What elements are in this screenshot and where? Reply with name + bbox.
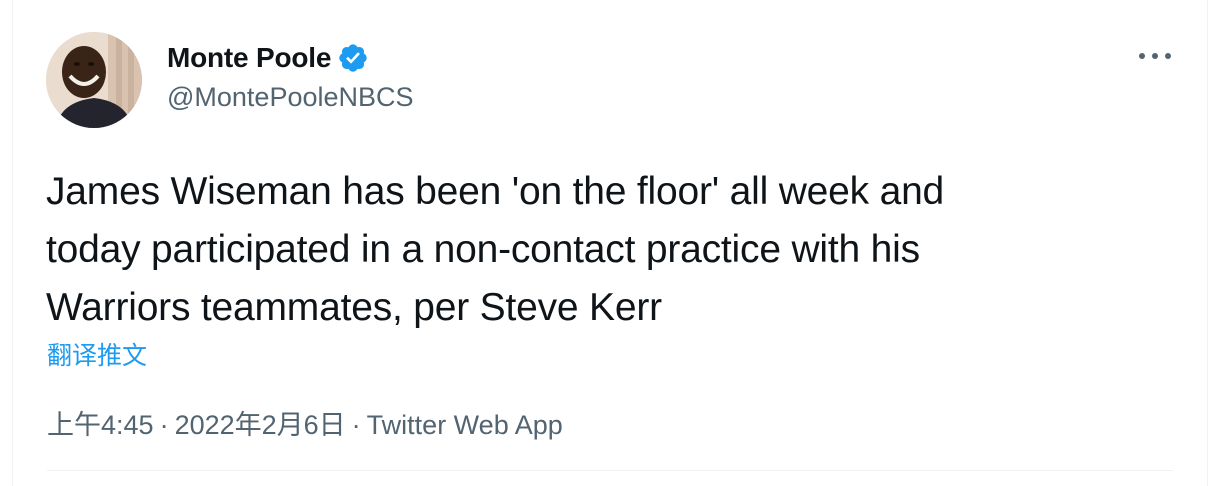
avatar-image [46, 32, 142, 128]
tweet-metadata: 上午4:45 · 2022年2月6日 · Twitter Web App [47, 403, 563, 442]
tweet-header: Monte Poole @MontePooleNBCS [167, 40, 414, 113]
more-options-icon[interactable] [1139, 46, 1171, 66]
author-name-row: Monte Poole [167, 40, 414, 76]
divider [47, 470, 1173, 471]
author-display-name[interactable]: Monte Poole [167, 42, 331, 74]
tweet-text-line: James Wiseman has been 'on the floor' al… [46, 170, 945, 213]
tweet-text: James Wiseman has been 'on the floor' al… [46, 163, 1166, 337]
tweet-text-line: Warriors teammates, per Steve Kerr [46, 286, 662, 329]
meta-separator: · [159, 410, 169, 440]
more-dot [1152, 53, 1158, 59]
avatar[interactable] [46, 32, 142, 128]
tweet-card: Monte Poole @MontePooleNBCS James Wisema… [12, 0, 1208, 486]
author-handle[interactable]: @MontePooleNBCS [167, 82, 414, 113]
verified-badge-icon [339, 44, 367, 72]
more-dot [1139, 53, 1145, 59]
tweet-source[interactable]: Twitter Web App [367, 410, 563, 440]
tweet-date[interactable]: 2022年2月6日 [175, 410, 346, 440]
more-dot [1165, 53, 1171, 59]
tweet-text-line: today participated in a non-contact prac… [46, 228, 920, 271]
meta-separator: · [351, 410, 361, 440]
translate-tweet-link[interactable]: 翻译推文 [47, 336, 147, 372]
tweet-time[interactable]: 上午4:45 [47, 410, 154, 440]
